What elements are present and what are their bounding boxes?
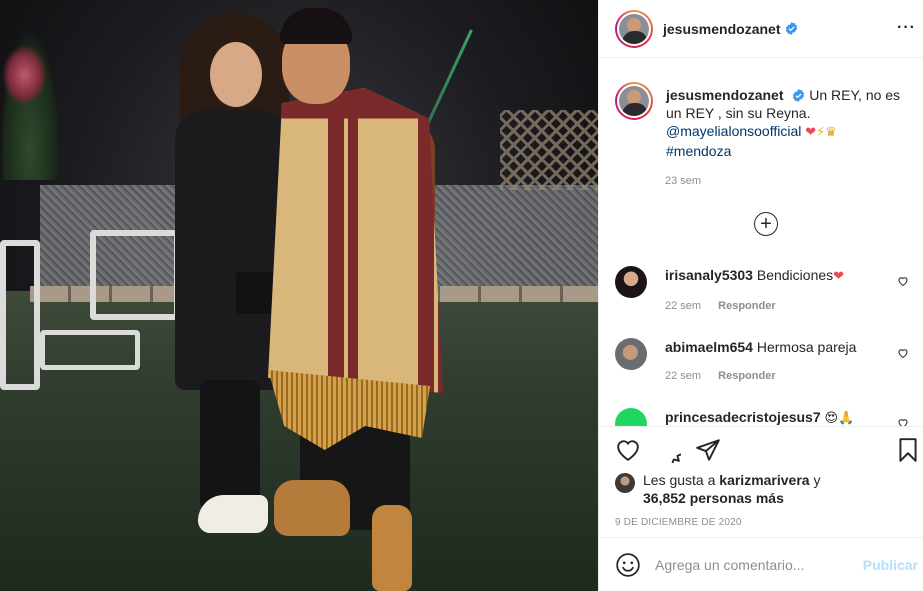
- comment-emoji: 😍🙏: [824, 411, 855, 426]
- poncho: [268, 88, 443, 393]
- save-bookmark-icon[interactable]: [895, 437, 921, 463]
- folding-chair: [90, 230, 180, 320]
- caption-emojis: ❤⚡♛: [805, 125, 837, 140]
- likes-count[interactable]: 36,852 personas más: [643, 490, 784, 506]
- likes-suffix: y: [813, 472, 821, 488]
- comment-input[interactable]: [655, 556, 855, 573]
- comment-item: abimaelm654 Hermosa pareja 22 sem Respon…: [615, 338, 915, 382]
- lattice-fence: [500, 110, 598, 190]
- author-avatar[interactable]: [615, 9, 653, 48]
- liker-username[interactable]: karizmarivera: [719, 472, 809, 488]
- red-plant: [2, 45, 47, 105]
- share-send-icon[interactable]: [695, 437, 721, 463]
- caption-timestamp[interactable]: 23 sem: [665, 175, 701, 187]
- caption-username[interactable]: jesusmendozanet: [666, 87, 783, 103]
- likes-prefix: Les gusta a: [643, 472, 716, 488]
- folding-chair: [40, 330, 140, 370]
- comment-like-heart-icon[interactable]: [897, 347, 909, 359]
- comment-like-heart-icon[interactable]: [897, 275, 909, 287]
- woman-legs: [200, 380, 260, 510]
- caption-mention[interactable]: @mayelialonsoofficial: [666, 123, 801, 139]
- likes-summary: Les gusta a karizmarivera y 36,852 perso…: [615, 471, 820, 507]
- add-comment-bar: Publicar: [599, 537, 923, 591]
- commenter-avatar[interactable]: [615, 338, 647, 370]
- commenter-avatar[interactable]: [615, 266, 647, 298]
- handbag: [236, 272, 276, 314]
- woman-shoe: [198, 495, 268, 533]
- post-side-panel: jesusmendozanet ··· jesusmendozanet Un R…: [598, 0, 923, 591]
- comment-username[interactable]: abimaelm654: [665, 339, 753, 355]
- comment-text: Bendiciones: [756, 267, 834, 283]
- man-hair: [280, 8, 352, 44]
- comment-timestamp[interactable]: 22 sem: [665, 300, 701, 312]
- post-header: jesusmendozanet ···: [599, 0, 923, 58]
- comment-emoji: ❤: [833, 269, 845, 284]
- verified-badge-icon: [786, 22, 798, 35]
- comment-item: irisanaly5303 Bendiciones❤ 22 sem Respon…: [615, 266, 915, 312]
- comment-username[interactable]: princesadecristojesus7: [665, 409, 821, 425]
- post-date[interactable]: 9 DE DICIEMBRE DE 2020: [615, 517, 742, 528]
- verified-badge-icon: [793, 89, 805, 102]
- comment-username[interactable]: irisanaly5303: [665, 267, 753, 283]
- post-photo[interactable]: [0, 0, 598, 591]
- caption-text: jesusmendozanet Un REY, no es un REY , s…: [666, 86, 911, 160]
- comment-bubble-icon[interactable]: [655, 437, 681, 463]
- comment-timestamp[interactable]: 22 sem: [665, 370, 701, 382]
- boot: [372, 505, 412, 591]
- caption-hashtag[interactable]: #mendoza: [666, 143, 731, 159]
- caption-avatar[interactable]: [615, 82, 653, 120]
- reply-button[interactable]: Responder: [718, 300, 775, 312]
- reply-button[interactable]: Responder: [718, 370, 775, 382]
- emoji-smile-icon[interactable]: [615, 552, 641, 578]
- more-horizontal-icon[interactable]: ···: [897, 19, 916, 37]
- load-more-comments-button[interactable]: +: [754, 212, 778, 236]
- comment-text: Hermosa pareja: [756, 339, 857, 355]
- boot: [274, 480, 350, 536]
- like-heart-icon[interactable]: [615, 437, 641, 463]
- post-caption: jesusmendozanet Un REY, no es un REY , s…: [615, 82, 915, 160]
- woman-face: [210, 42, 262, 107]
- author-username[interactable]: jesusmendozanet: [663, 21, 780, 37]
- publish-button[interactable]: Publicar: [863, 557, 918, 573]
- folding-chair: [0, 240, 40, 390]
- liker-avatar[interactable]: [615, 473, 635, 493]
